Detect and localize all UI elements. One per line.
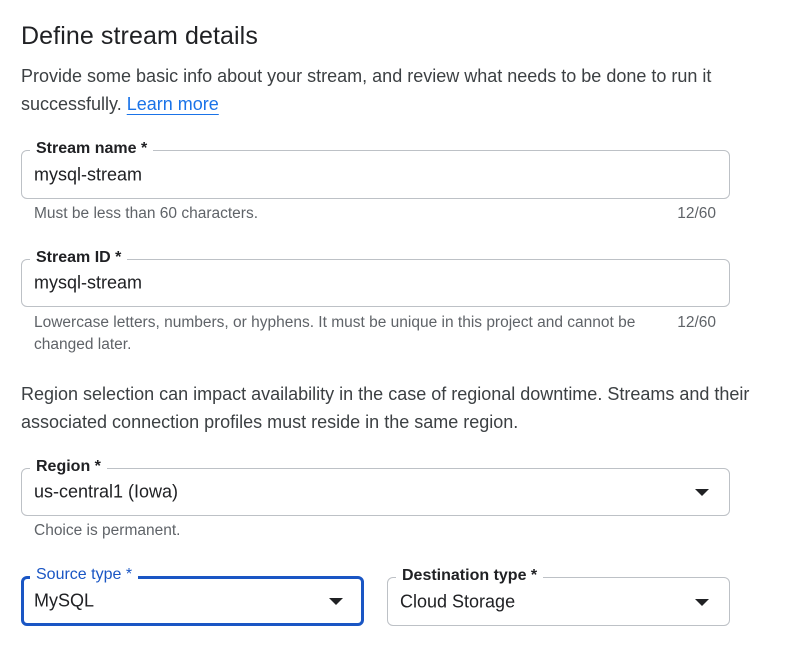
intro-paragraph: Provide some basic info about your strea…	[21, 62, 761, 118]
stream-name-value[interactable]: mysql-stream	[34, 164, 142, 185]
stream-name-label: Stream name *	[30, 139, 154, 159]
region-label: Region *	[30, 457, 107, 477]
destination-type-select[interactable]: Destination type * Cloud Storage	[387, 566, 730, 626]
chevron-down-icon	[695, 598, 709, 606]
stream-id-label: Stream ID *	[30, 248, 128, 268]
learn-more-link[interactable]: Learn more	[127, 94, 219, 114]
stream-id-counter: 12/60	[677, 314, 716, 331]
destination-type-label: Destination type *	[396, 566, 544, 586]
region-select[interactable]: Region * us-central1 (Iowa)	[21, 457, 730, 516]
region-note: Region selection can impact availability…	[21, 384, 750, 432]
stream-name-counter: 12/60	[677, 205, 716, 222]
stream-id-value[interactable]: mysql-stream	[34, 273, 142, 294]
chevron-down-icon	[329, 598, 343, 605]
destination-type-value: Cloud Storage	[400, 591, 516, 611]
stream-name-field[interactable]: Stream name * mysql-stream	[21, 139, 730, 199]
chevron-down-icon	[695, 489, 709, 496]
region-hint: Choice is permanent.	[34, 522, 181, 539]
page-title: Define stream details	[21, 22, 258, 50]
source-type-select[interactable]: Source type * MySQL	[21, 565, 364, 626]
intro-text: Provide some basic info about your strea…	[21, 66, 712, 114]
region-value: us-central1 (Iowa)	[34, 481, 179, 502]
source-type-value: MySQL	[34, 590, 95, 611]
stream-name-hint: Must be less than 60 characters.	[34, 205, 259, 222]
stream-id-hint: Lowercase letters, numbers, or hyphens. …	[34, 314, 636, 353]
stream-id-field[interactable]: Stream ID * mysql-stream	[21, 248, 730, 307]
source-type-label: Source type *	[30, 565, 139, 585]
